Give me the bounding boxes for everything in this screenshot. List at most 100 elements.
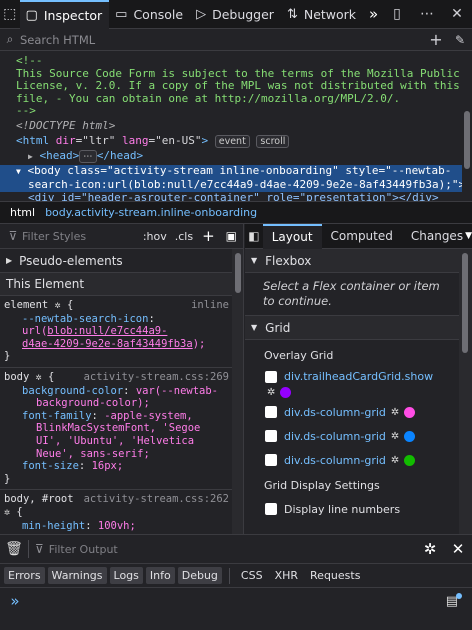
rules-scrollbar[interactable] <box>232 249 243 534</box>
breadcrumb-item-body[interactable]: body.activity-stream.inline-onboarding <box>45 206 257 219</box>
cls-toggle-button[interactable]: .cls <box>171 230 197 243</box>
property-value[interactable]: url( <box>22 325 47 337</box>
filter-info-button[interactable]: Info <box>145 567 175 584</box>
flexbox-section-header[interactable]: ▼ Flexbox <box>245 249 472 273</box>
filter-css-button[interactable]: CSS <box>235 569 269 582</box>
scroll-badge[interactable]: scroll <box>256 134 290 148</box>
filter-output-input[interactable] <box>48 542 416 556</box>
filter-requests-button[interactable]: Requests <box>304 569 366 582</box>
doctype-node[interactable]: <!DOCTYPE html> <box>16 119 462 133</box>
grid-checkbox[interactable] <box>265 370 277 383</box>
add-rule-icon[interactable]: + <box>197 227 220 245</box>
close-icon[interactable]: ✕ <box>442 0 472 29</box>
property-value[interactable]: var(--newtab- <box>136 385 218 397</box>
grid-color-swatch[interactable] <box>404 406 416 418</box>
head-node[interactable]: ▶ <head> ⋯ </head> <box>16 149 462 164</box>
gear-icon[interactable]: ✲ <box>55 300 61 311</box>
property-value[interactable]: 100vh; <box>98 520 136 532</box>
property-value[interactable]: BlinkMacSystemFont, 'Segoe <box>36 422 200 434</box>
rule-source[interactable]: inline <box>191 299 229 312</box>
property-value[interactable]: -apple-system, <box>104 410 193 422</box>
grid-item[interactable]: div.ds-column-grid ✲ <box>245 424 472 448</box>
property-value[interactable]: background-color); <box>36 397 150 409</box>
property-name[interactable]: background-color <box>22 385 123 397</box>
property-name[interactable]: --newtab-search-icon <box>22 313 148 325</box>
tab-console[interactable]: ▭ Console <box>109 0 190 29</box>
filter-debug-button[interactable]: Debug <box>177 567 222 584</box>
tab-network[interactable]: ⇅ Network <box>281 0 363 29</box>
gear-icon[interactable]: ✲ <box>391 455 399 466</box>
grid-item[interactable]: div.trailheadCardGrid.show <box>245 368 472 385</box>
tab-changes[interactable]: Changes <box>402 224 465 249</box>
grid-color-swatch[interactable] <box>280 386 292 398</box>
close-icon[interactable]: ✕ <box>444 540 472 558</box>
grid-checkbox[interactable] <box>265 430 277 442</box>
next-markup-node[interactable]: <div id="header-asrouter-container" role… <box>0 192 462 201</box>
scrollbar-thumb[interactable] <box>235 253 241 293</box>
grid-checkbox[interactable] <box>265 454 277 466</box>
event-badge[interactable]: event <box>214 134 250 148</box>
trash-icon[interactable]: 🗑 <box>0 541 28 557</box>
dock-icon[interactable]: ▯ <box>382 0 412 29</box>
body-rule[interactable]: body ✲ { activity-stream.css:269 backgro… <box>0 368 243 491</box>
tab-computed[interactable]: Computed <box>322 224 402 249</box>
grid-checkbox[interactable] <box>265 406 277 418</box>
html-node[interactable]: <html dir="ltr" lang="en-US"> event scro… <box>16 134 462 148</box>
tab-layout[interactable]: Layout <box>262 224 322 249</box>
scrollbar-thumb[interactable] <box>462 253 468 353</box>
hov-toggle-button[interactable]: :hov <box>139 230 171 243</box>
grid-color-swatch[interactable] <box>404 430 416 442</box>
tabs-dropdown-icon[interactable]: ▼ <box>465 231 472 241</box>
gear-icon[interactable]: ✲ <box>4 507 10 518</box>
filter-logs-button[interactable]: Logs <box>109 567 143 584</box>
root-rule[interactable]: body, #root activity-stream.css:262 ✲ { … <box>0 490 243 534</box>
rule-source[interactable]: activity-stream.css:269 <box>84 371 229 384</box>
kebab-menu-icon[interactable]: ⋯ <box>412 0 442 29</box>
property-name[interactable]: font-family <box>22 410 92 422</box>
gear-icon[interactable]: ✲ <box>416 540 444 558</box>
scrollbar-thumb[interactable] <box>464 111 470 169</box>
grid-display-settings-title: Grid Display Settings <box>264 479 380 492</box>
gear-icon[interactable]: ✲ <box>391 431 399 442</box>
blob-link[interactable]: d4ae-4209-9e2e-8af43449fb3a <box>22 338 193 350</box>
filter-xhr-button[interactable]: XHR <box>269 569 304 582</box>
breadcrumb-item-html[interactable]: html <box>0 206 45 219</box>
layout-scrollbar[interactable] <box>459 249 472 534</box>
property-value[interactable]: 16px; <box>92 460 124 472</box>
rule-source[interactable]: activity-stream.css:262 <box>84 493 229 506</box>
tab-inspector[interactable]: ▢ Inspector <box>19 0 110 29</box>
eyedropper-icon[interactable]: ✎ <box>448 33 472 47</box>
ellipsis-badge[interactable]: ⋯ <box>79 149 97 163</box>
expand-triangle-icon[interactable]: ▶ <box>28 152 33 161</box>
gear-icon[interactable]: ✲ <box>391 407 399 418</box>
property-value[interactable]: Neue', sans-serif; <box>36 448 150 460</box>
grid-color-swatch[interactable] <box>404 454 416 466</box>
search-html-input[interactable] <box>20 32 424 47</box>
grid-item[interactable]: div.ds-column-grid ✲ <box>245 400 472 424</box>
add-node-icon[interactable]: + <box>424 30 448 49</box>
gear-icon[interactable]: ✲ <box>36 372 42 383</box>
console-input-line[interactable]: » ▤ <box>0 588 472 614</box>
property-name[interactable]: min-height <box>22 520 85 532</box>
line-numbers-checkbox[interactable] <box>265 503 277 515</box>
more-tabs-chevron-icon[interactable]: » <box>365 5 382 23</box>
gear-icon[interactable]: ✲ <box>267 387 275 398</box>
blob-link[interactable]: blob:null/e7cc44a9- <box>47 325 167 337</box>
markup-scrollbar[interactable] <box>462 51 472 201</box>
element-picker-icon[interactable]: ⬚ <box>0 0 20 29</box>
collapse-triangle-icon[interactable]: ▼ <box>16 167 21 176</box>
filter-styles-input[interactable] <box>22 229 139 243</box>
property-name[interactable]: font-size <box>22 460 79 472</box>
display-line-numbers-option[interactable]: Display line numbers <box>245 497 472 521</box>
property-value[interactable]: UI', 'Ubuntu', 'Helvetica <box>36 435 194 447</box>
pseudo-elements-toggle[interactable]: ▶ Pseudo-elements <box>0 249 243 273</box>
toggle-sidebar-icon[interactable]: ◧ <box>245 229 263 243</box>
print-simulation-icon[interactable]: ▣ <box>220 229 243 243</box>
filter-errors-button[interactable]: Errors <box>4 567 45 584</box>
grid-section-header[interactable]: ▼ Grid <box>245 316 472 340</box>
selected-body-node[interactable]: ▼ <body class="activity-stream inline-on… <box>0 164 465 192</box>
element-rule[interactable]: element ✲ { inline --newtab-search-icon:… <box>0 296 243 368</box>
tab-debugger[interactable]: ▷ Debugger <box>190 0 281 29</box>
grid-item[interactable]: div.ds-column-grid ✲ <box>245 448 472 472</box>
filter-warnings-button[interactable]: Warnings <box>47 567 107 584</box>
